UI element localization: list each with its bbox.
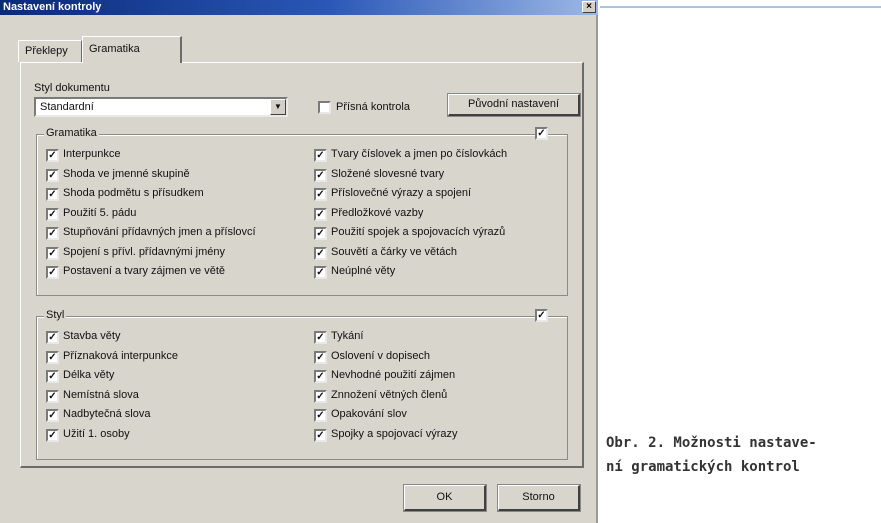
option-label: Tvary číslovek a jmen po číslovkách (331, 148, 508, 160)
option-label: Oslovení v dopisech (331, 349, 431, 362)
option-label: Shoda ve jmenné skupině (63, 167, 190, 180)
option-checkbox[interactable]: ✓ (314, 266, 327, 279)
chevron-down-icon[interactable]: ▼ (270, 99, 286, 115)
option-checkbox[interactable]: ✓ (46, 168, 59, 182)
option-checkbox[interactable]: ✓ (314, 331, 327, 344)
style-group-checkbox[interactable]: ✓ (535, 309, 548, 322)
option-label: Použití spojek a spojovacích výrazů (331, 226, 506, 238)
document-style-value: Standardní (40, 101, 94, 113)
option-checkbox[interactable]: ✓ (46, 188, 59, 201)
option-label: Spojky a spojovací výrazy (331, 427, 458, 440)
option-label: Neúplné věty (331, 265, 396, 277)
option-checkbox[interactable]: ✓ (314, 350, 327, 364)
option-checkbox[interactable]: ✓ (46, 331, 59, 344)
option-checkbox[interactable]: ✓ (46, 428, 59, 442)
option-checkbox[interactable]: ✓ (46, 246, 59, 260)
option-checkbox[interactable]: ✓ (314, 149, 327, 162)
option-label: Opakování slov (331, 408, 407, 420)
option-checkbox[interactable]: ✓ (314, 246, 327, 260)
option-checkbox[interactable]: ✓ (46, 227, 59, 240)
option-label: Stavba věty (63, 330, 121, 342)
option-checkbox[interactable]: ✓ (46, 409, 59, 422)
option-label: Příslovečné výrazy a spojení (331, 187, 472, 199)
tab-preklepy[interactable]: Překlepy (18, 40, 82, 62)
settings-dialog: Nastavení kontroly × Překlepy Gramatika … (0, 0, 598, 523)
option-label: Tykání (331, 330, 364, 342)
option-label: Použití 5. pádu (63, 206, 137, 219)
option-label: Nevhodné použití zájmen (331, 369, 456, 381)
grammar-group-checkbox[interactable]: ✓ (535, 127, 548, 140)
option-label: Délka věty (63, 369, 115, 381)
option-checkbox[interactable]: ✓ (314, 409, 327, 422)
style-group-title: Styl (44, 309, 67, 321)
option-checkbox[interactable]: ✓ (314, 207, 327, 221)
document-style-select[interactable]: Standardní ▼ (34, 97, 288, 117)
option-label: Spojení s přívl. přídavnými jmény (63, 245, 226, 258)
option-label: Předložkové vazby (331, 206, 424, 219)
option-label: Shoda podmětu s přísudkem (63, 187, 204, 199)
option-label: Postavení a tvary zájmen ve větě (63, 265, 226, 277)
ok-button[interactable]: OK (403, 484, 487, 512)
option-label: Souvětí a čárky ve větách (331, 245, 457, 258)
option-label: Složené slovesné tvary (331, 167, 445, 180)
option-checkbox[interactable]: ✓ (314, 168, 327, 182)
option-checkbox[interactable]: ✓ (314, 188, 327, 201)
option-label: Interpunkce (63, 148, 121, 160)
option-label: Stupňování přídavných jmen a příslovcí (63, 226, 256, 238)
window-title: Nastavení kontroly (3, 1, 102, 13)
strict-check-checkbox[interactable] (318, 101, 331, 114)
option-checkbox[interactable]: ✓ (314, 370, 327, 383)
option-label: Nadbytečná slova (63, 408, 151, 420)
option-checkbox[interactable]: ✓ (46, 389, 59, 403)
tab-gramatika[interactable]: Gramatika (82, 36, 182, 63)
option-checkbox[interactable]: ✓ (46, 149, 59, 162)
option-checkbox[interactable]: ✓ (46, 266, 59, 279)
page-rule (600, 6, 881, 8)
close-button[interactable]: × (582, 1, 596, 13)
option-checkbox[interactable]: ✓ (46, 350, 59, 364)
option-label: Nemístná slova (63, 388, 139, 401)
cancel-button[interactable]: Storno (497, 484, 581, 512)
caption-line-2: ní gramatických kontrol (606, 459, 800, 475)
option-checkbox[interactable]: ✓ (314, 428, 327, 442)
option-checkbox[interactable]: ✓ (314, 389, 327, 403)
document-style-label: Styl dokumentu (34, 82, 110, 94)
option-label: Znnožení větných členů (331, 388, 448, 401)
option-checkbox[interactable]: ✓ (46, 207, 59, 221)
option-label: Příznaková interpunkce (63, 349, 178, 362)
title-bar: Nastavení kontroly × (0, 0, 598, 15)
option-checkbox[interactable]: ✓ (314, 227, 327, 240)
reset-defaults-button[interactable]: Původní nastavení (447, 93, 581, 117)
strict-check-label: Přísná kontrola (336, 101, 410, 113)
option-label: Užití 1. osoby (63, 427, 130, 440)
figure-caption: Obr. 2. Možnosti nastave- ní gramatickýc… (606, 431, 876, 479)
option-checkbox[interactable]: ✓ (46, 370, 59, 383)
caption-line-1: Obr. 2. Možnosti nastave- (606, 435, 817, 451)
grammar-group-title: Gramatika (44, 127, 99, 139)
